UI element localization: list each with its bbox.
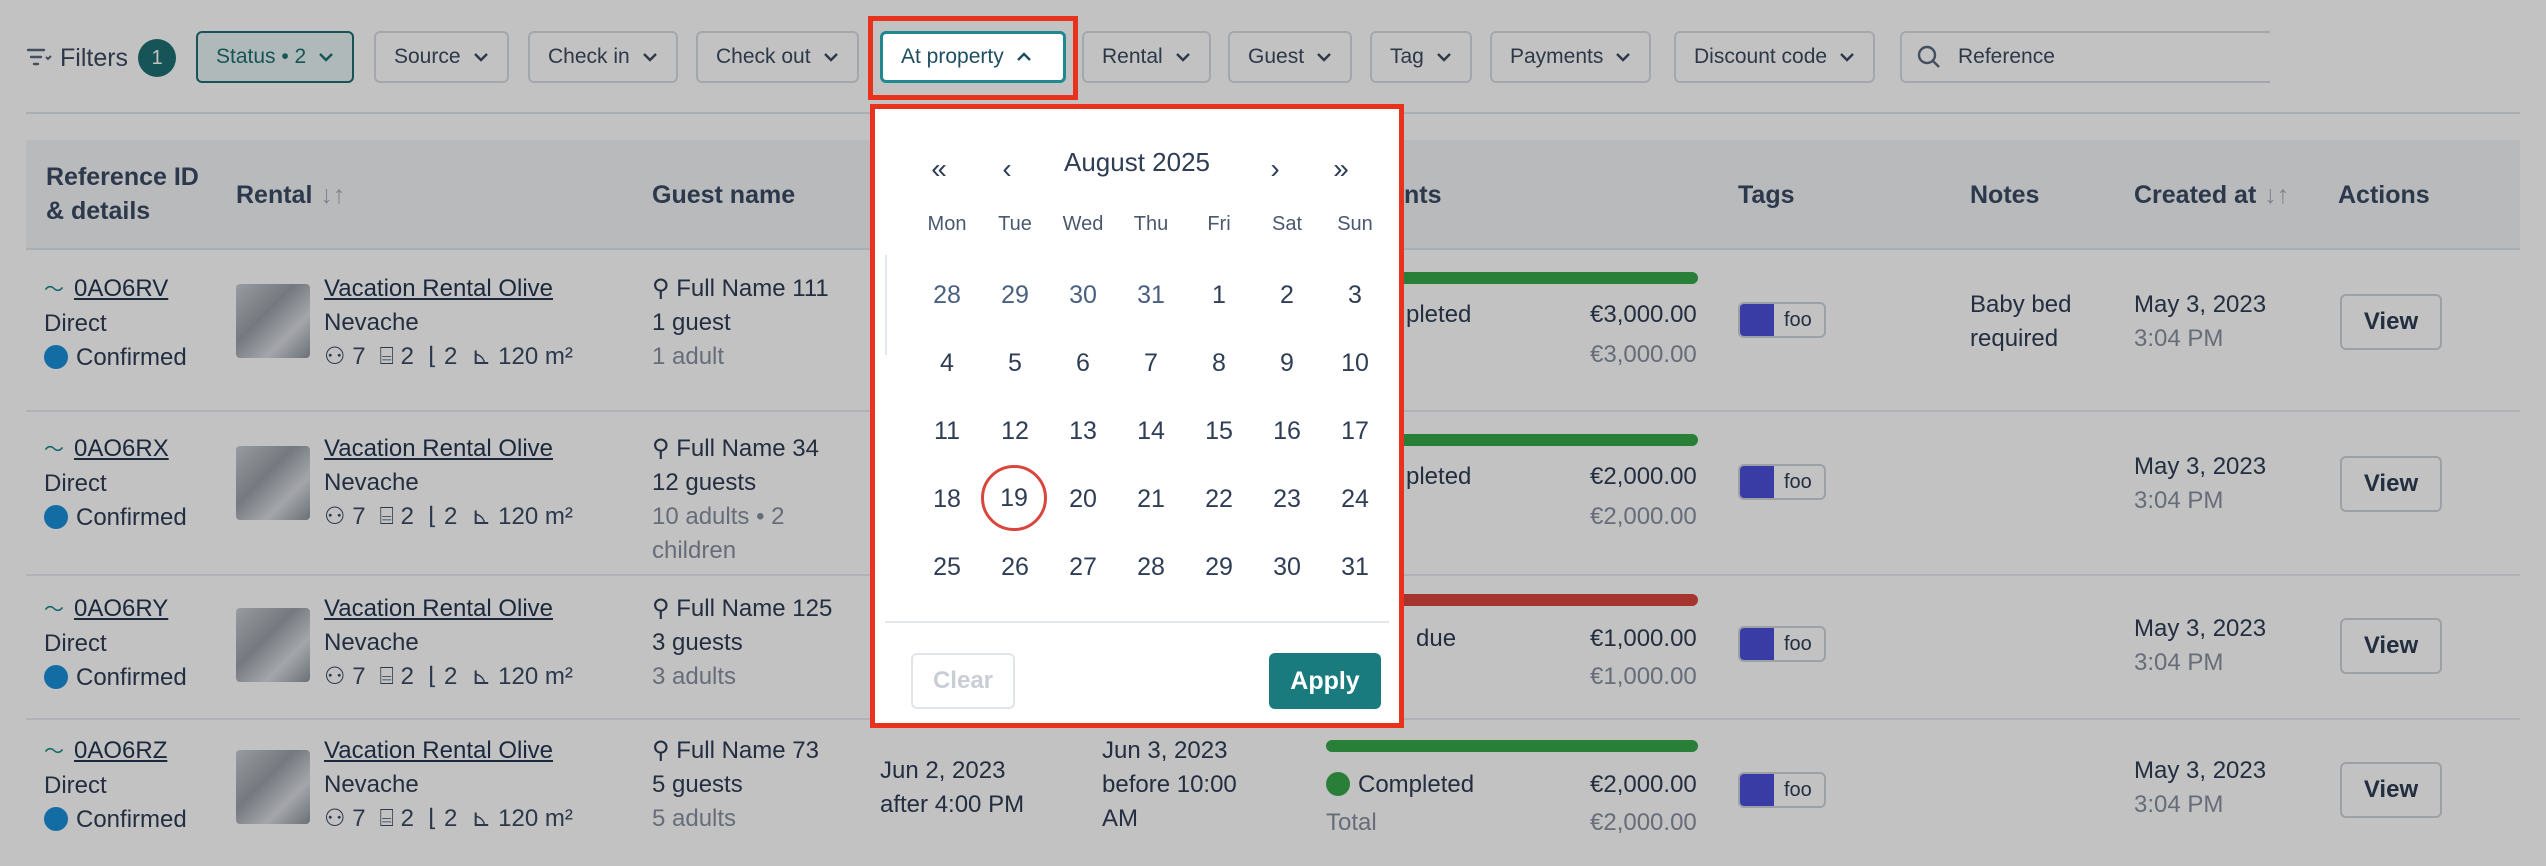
calendar-day-outside-month[interactable]: 28 xyxy=(913,261,981,329)
calendar-day[interactable]: 12 xyxy=(981,397,1049,465)
next-year-button[interactable]: » xyxy=(1321,149,1361,189)
calendar-day[interactable]: 14 xyxy=(1117,397,1185,465)
clear-button[interactable]: Clear xyxy=(911,653,1015,709)
calendar-day[interactable]: 13 xyxy=(1049,397,1117,465)
calendar-day[interactable]: 16 xyxy=(1253,397,1321,465)
next-month-button[interactable]: › xyxy=(1255,149,1295,189)
calendar-day[interactable]: 8 xyxy=(1185,329,1253,397)
calendar-day[interactable]: 29 xyxy=(1185,533,1253,601)
date-picker-popup: « ‹ August 2025 › » Mon Tue Wed Thu Fri … xyxy=(870,104,1404,728)
calendar-day[interactable]: 6 xyxy=(1049,329,1117,397)
apply-button[interactable]: Apply xyxy=(1269,653,1381,709)
calendar-day[interactable]: 21 xyxy=(1117,465,1185,533)
calendar-day[interactable]: 2 xyxy=(1253,261,1321,329)
calendar-day[interactable]: 10 xyxy=(1321,329,1389,397)
weekday-label: Sat xyxy=(1271,213,1303,235)
calendar-day[interactable]: 25 xyxy=(913,533,981,601)
calendar-day[interactable]: 30 xyxy=(1253,533,1321,601)
calendar-day[interactable]: 7 xyxy=(1117,329,1185,397)
calendar-day[interactable]: 31 xyxy=(1321,533,1389,601)
calendar-day[interactable]: 4 xyxy=(913,329,981,397)
calendar-day[interactable]: 3 xyxy=(1321,261,1389,329)
calendar-footer-divider xyxy=(885,621,1389,623)
calendar-day[interactable]: 28 xyxy=(1117,533,1185,601)
calendar-day[interactable]: 11 xyxy=(913,397,981,465)
calendar-day[interactable]: 26 xyxy=(981,533,1049,601)
calendar-divider xyxy=(885,255,887,355)
weekday-label: Fri xyxy=(1207,213,1231,235)
calendar-day-outside-month[interactable]: 30 xyxy=(1049,261,1117,329)
calendar-day[interactable]: 27 xyxy=(1049,533,1117,601)
at-property-filter-label: At property xyxy=(901,45,1004,68)
weekday-label: Wed xyxy=(1062,213,1104,235)
chevron-up-icon xyxy=(1016,52,1031,61)
calendar-day-today[interactable]: 19 xyxy=(981,465,1047,531)
weekday-label: Tue xyxy=(998,213,1032,235)
calendar-day-outside-month[interactable]: 31 xyxy=(1117,261,1185,329)
calendar-day-outside-month[interactable]: 29 xyxy=(981,261,1049,329)
weekday-label: Thu xyxy=(1133,213,1169,235)
calendar-day[interactable]: 20 xyxy=(1049,465,1117,533)
calendar-day[interactable]: 17 xyxy=(1321,397,1389,465)
weekday-label: Sun xyxy=(1337,213,1373,235)
calendar-day[interactable]: 22 xyxy=(1185,465,1253,533)
at-property-filter-button[interactable]: At property xyxy=(880,31,1066,83)
calendar-day[interactable]: 9 xyxy=(1253,329,1321,397)
calendar-day[interactable]: 18 xyxy=(913,465,981,533)
calendar-day[interactable]: 24 xyxy=(1321,465,1389,533)
weekday-label: Mon xyxy=(927,213,967,235)
calendar-day[interactable]: 1 xyxy=(1185,261,1253,329)
calendar-day[interactable]: 15 xyxy=(1185,397,1253,465)
calendar-day[interactable]: 23 xyxy=(1253,465,1321,533)
calendar-day[interactable]: 5 xyxy=(981,329,1049,397)
